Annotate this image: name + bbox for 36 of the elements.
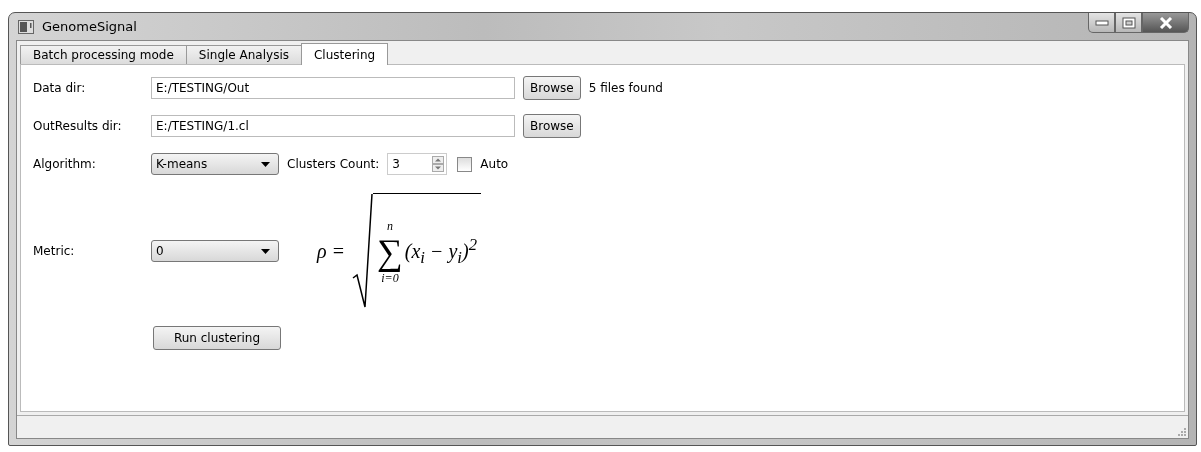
- field-label: Clusters Count:: [287, 157, 380, 171]
- input-field[interactable]: E:/TESTING/1.cl: [151, 115, 515, 137]
- status-text: 5 files found: [588, 81, 663, 95]
- dropdown[interactable]: K-means: [151, 153, 279, 175]
- field-label: OutResults dir:: [33, 119, 123, 133]
- spin-box[interactable]: 3: [387, 153, 448, 175]
- minimize-button[interactable]: [1088, 13, 1115, 33]
- formula-text: (x$_{i}$ − y$_{i}$)$^{2}$: [404, 235, 477, 268]
- caret-icon: [261, 161, 270, 167]
- close-icon: [1157, 16, 1174, 29]
- caret-icon: [261, 248, 270, 254]
- formula-text: n: [386, 218, 393, 233]
- browse-button[interactable]: Browse: [523, 114, 581, 138]
- close-button[interactable]: [1142, 13, 1189, 33]
- field-label: Algorithm:: [33, 157, 97, 171]
- maximize-button[interactable]: [1115, 13, 1142, 33]
- input-field[interactable]: E:/TESTING/Out: [151, 77, 515, 99]
- minimize-icon: [1094, 19, 1109, 26]
- tab[interactable]: Single Analysis: [185, 45, 302, 64]
- dropdown[interactable]: 0: [151, 240, 279, 262]
- sum-symbol: ∑: [377, 232, 403, 271]
- run-button[interactable]: Run clustering: [153, 326, 281, 350]
- spin-down-icon[interactable]: [432, 164, 445, 172]
- app-icon: [18, 19, 34, 34]
- window-title: GenomeSignal: [42, 19, 137, 34]
- checkbox[interactable]: [457, 156, 473, 172]
- maximize-icon: [1121, 16, 1136, 29]
- field-label: Metric:: [33, 244, 76, 258]
- resize-grip-icon[interactable]: [1176, 426, 1186, 436]
- formula-text: ρ =: [317, 239, 346, 263]
- tab[interactable]: Clustering: [301, 43, 389, 65]
- checkbox-label: Auto: [480, 157, 509, 171]
- browse-button[interactable]: Browse: [523, 76, 581, 100]
- tab[interactable]: Batch processing mode: [20, 45, 187, 64]
- field-label: Data dir:: [33, 81, 87, 95]
- spin-up-icon[interactable]: [432, 156, 445, 164]
